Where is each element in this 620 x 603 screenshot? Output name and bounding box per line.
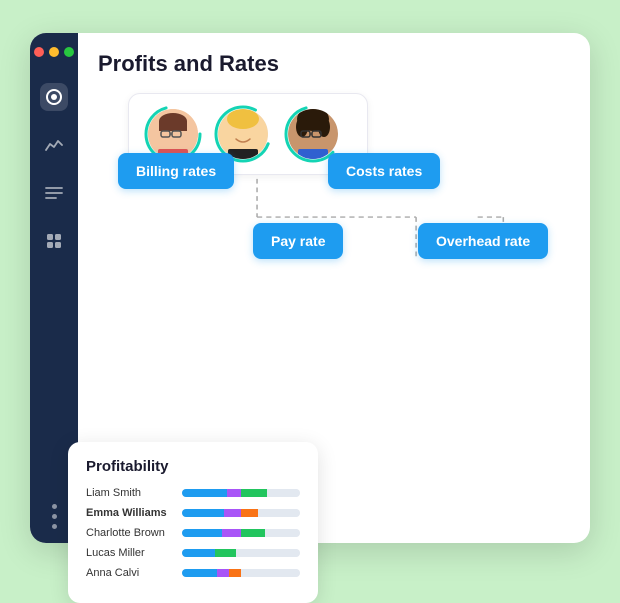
bar-segment bbox=[241, 569, 300, 577]
bar-segment bbox=[236, 549, 300, 557]
bar-segment bbox=[215, 549, 236, 557]
app-window: Profits and Rates bbox=[30, 33, 590, 543]
close-button[interactable] bbox=[34, 47, 44, 57]
page-title: Profits and Rates bbox=[98, 51, 570, 77]
diagram-area: Billing rates Costs rates Pay rate Overh… bbox=[98, 93, 570, 303]
bar-track bbox=[182, 569, 300, 577]
bar-segment bbox=[241, 509, 258, 517]
person-name: Anna Calvi bbox=[86, 567, 174, 579]
billing-rates-button[interactable]: Billing rates bbox=[118, 153, 234, 189]
costs-rates-button[interactable]: Costs rates bbox=[328, 153, 440, 189]
overhead-rate-button[interactable]: Overhead rate bbox=[418, 223, 548, 259]
bar-track bbox=[182, 549, 300, 557]
bar-track bbox=[182, 509, 300, 517]
list-item: Lucas Miller bbox=[86, 547, 300, 559]
bar-segment bbox=[182, 549, 215, 557]
sidebar-item-home[interactable] bbox=[40, 83, 68, 111]
list-item: Liam Smith bbox=[86, 487, 300, 499]
bar-segment bbox=[182, 529, 222, 537]
bar-segment bbox=[265, 529, 300, 537]
bar-segments bbox=[182, 529, 300, 537]
list-item: Charlotte Brown bbox=[86, 527, 300, 539]
person-name: Lucas Miller bbox=[86, 547, 174, 559]
person-list: Liam Smith Emma Williams Charlotte Brown Lu… bbox=[86, 487, 300, 579]
bar-segment bbox=[182, 509, 224, 517]
bar-segment bbox=[229, 569, 241, 577]
sidebar-item-grid[interactable] bbox=[40, 227, 68, 255]
person-name: Liam Smith bbox=[86, 487, 174, 499]
bar-segment bbox=[182, 489, 227, 497]
list-item: Anna Calvi bbox=[86, 567, 300, 579]
dot-1 bbox=[52, 504, 57, 509]
bar-segments bbox=[182, 489, 300, 497]
bar-segment bbox=[182, 569, 217, 577]
bar-segment bbox=[241, 489, 267, 497]
dot-3 bbox=[52, 524, 57, 529]
bar-track bbox=[182, 529, 300, 537]
person-name: Charlotte Brown bbox=[86, 527, 174, 539]
pay-rate-button[interactable]: Pay rate bbox=[253, 223, 343, 259]
maximize-button[interactable] bbox=[64, 47, 74, 57]
bar-segments bbox=[182, 569, 300, 577]
sidebar-item-list[interactable] bbox=[40, 179, 68, 207]
list-item: Emma Williams bbox=[86, 507, 300, 519]
profitability-card: Profitability Liam Smith Emma Williams Cha… bbox=[68, 442, 318, 603]
bar-segments bbox=[182, 549, 300, 557]
bar-segment bbox=[224, 509, 241, 517]
person-name: Emma Williams bbox=[86, 507, 174, 519]
bar-segment bbox=[217, 569, 229, 577]
bar-segment bbox=[258, 509, 300, 517]
main-content: Profits and Rates bbox=[78, 33, 590, 543]
bar-track bbox=[182, 489, 300, 497]
bar-segments bbox=[182, 509, 300, 517]
minimize-button[interactable] bbox=[49, 47, 59, 57]
profitability-title: Profitability bbox=[86, 458, 300, 475]
bar-segment bbox=[222, 529, 241, 537]
bar-segment bbox=[267, 489, 300, 497]
traffic-lights bbox=[34, 47, 74, 57]
sidebar-item-analytics[interactable] bbox=[40, 131, 68, 159]
dot-2 bbox=[52, 514, 57, 519]
bar-segment bbox=[227, 489, 241, 497]
sidebar-dots bbox=[52, 504, 57, 529]
bar-segment bbox=[241, 529, 265, 537]
